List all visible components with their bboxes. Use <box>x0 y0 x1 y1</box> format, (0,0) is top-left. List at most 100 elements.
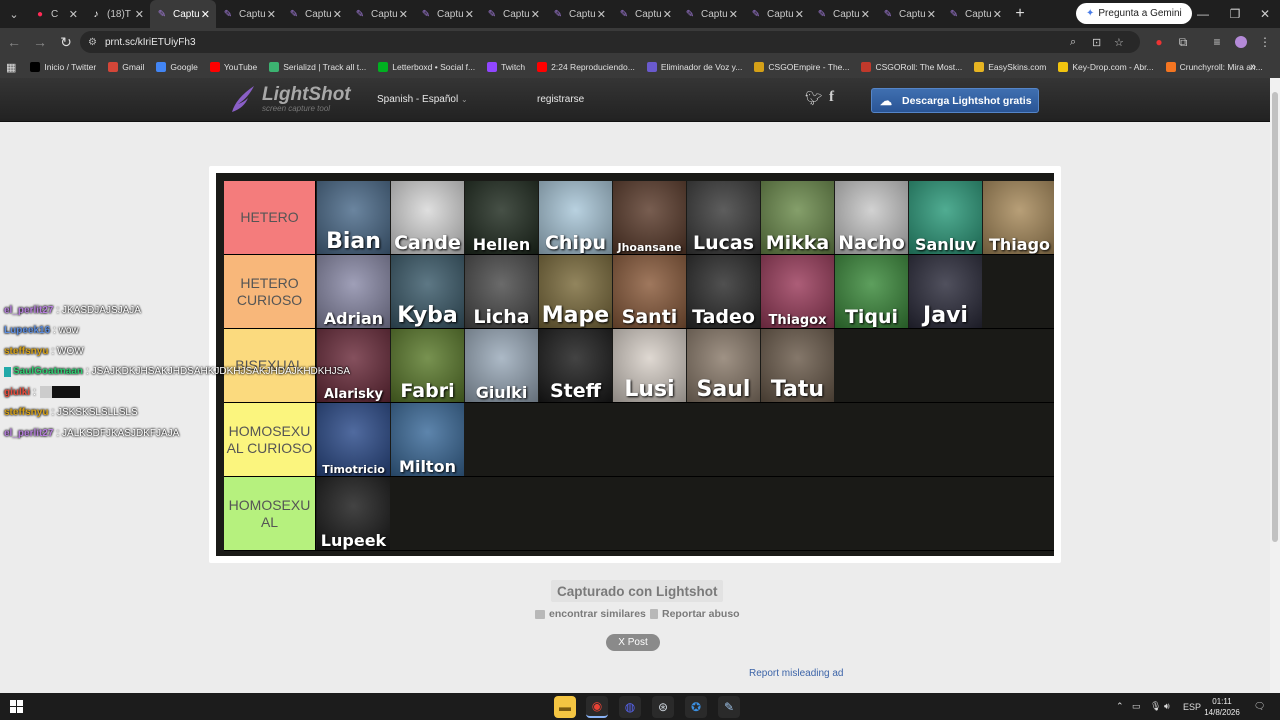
browser-tab[interactable]: ✎ Captu ✕ <box>480 0 546 28</box>
forward-icon[interactable]: → <box>28 30 52 54</box>
tray-chevron-icon[interactable]: ⌃ <box>1116 693 1124 720</box>
bookmark-item[interactable]: Google <box>156 62 198 72</box>
bookmark-item[interactable]: YouTube <box>209 62 257 72</box>
tier-tile: Cande <box>391 181 464 254</box>
battlenet-icon[interactable]: ✪ <box>685 696 707 718</box>
bookmark-label: EasySkins.com <box>988 62 1047 72</box>
zoom-icon[interactable]: ⌕ <box>1070 31 1076 53</box>
bookmark-item[interactable]: Key-Drop.com - Abr... <box>1058 62 1154 72</box>
browser-tab[interactable]: ✎ Captu ✕ <box>876 0 942 28</box>
close-tab-icon[interactable]: ✕ <box>135 8 144 21</box>
tab-title: Captu <box>305 8 331 20</box>
bookmark-item[interactable]: 2:24 Reproduciendo... <box>537 62 635 72</box>
steam-icon[interactable]: ⊛ <box>652 696 674 718</box>
download-button[interactable]: ☁ Descarga Lightshot gratis <box>871 88 1039 113</box>
browser-tab[interactable]: ✎ Captu ✕ <box>942 0 1008 28</box>
twitter-icon[interactable]: 🐦︎ <box>805 90 823 107</box>
page-scrollbar[interactable] <box>1270 78 1280 693</box>
restore-icon[interactable]: ❐ <box>1218 0 1252 28</box>
site-info-icon[interactable]: ⚙ <box>88 37 97 48</box>
close-tab-icon[interactable]: ✕ <box>69 8 78 21</box>
tile-name: Tatu <box>770 377 825 402</box>
close-tab-icon[interactable]: ✕ <box>399 8 408 21</box>
tab-search-icon[interactable]: ⌄ <box>0 0 28 28</box>
close-tab-icon[interactable]: ✕ <box>465 8 474 21</box>
browser-tab[interactable]: ✎ Captu ✕ <box>414 0 480 28</box>
facebook-icon[interactable]: f <box>829 89 834 106</box>
close-tab-icon[interactable]: ✕ <box>201 8 210 21</box>
close-tab-icon[interactable]: ✕ <box>993 8 1002 21</box>
browser-tab[interactable]: ✎ Captu ✕ <box>546 0 612 28</box>
tab-groups-icon[interactable]: ≡ <box>1206 28 1228 56</box>
extension-icon[interactable]: ● <box>1148 28 1170 56</box>
browser-tab[interactable]: ✎ Captu ✕ <box>612 0 678 28</box>
close-tab-icon[interactable]: ✕ <box>531 8 540 21</box>
report-ad-link[interactable]: Report misleading ad <box>749 668 844 679</box>
profile-avatar[interactable] <box>1230 28 1252 56</box>
chat-text: : wow <box>53 325 79 337</box>
browser-tab[interactable]: ✎ Captu ✕ <box>282 0 348 28</box>
close-tab-icon[interactable]: ✕ <box>861 8 870 21</box>
bookmark-item[interactable]: Inicio / Twitter <box>30 62 96 72</box>
bookmark-item[interactable]: CSGORoll: The Most... <box>861 62 962 72</box>
input-language[interactable]: ESP <box>1183 693 1201 720</box>
mic-icon[interactable]: 🎙︎ <box>1150 693 1161 720</box>
browser-tab[interactable]: ✎ Captu ✕ <box>216 0 282 28</box>
close-window-icon[interactable]: ✕ <box>1248 0 1280 28</box>
lightshot-logo[interactable]: LightShot screen capture tool <box>230 84 351 114</box>
report-abuse-link[interactable]: Reportar abuso <box>650 608 740 620</box>
browser-tab[interactable]: ● C ✕ <box>28 0 84 28</box>
close-tab-icon[interactable]: ✕ <box>333 8 342 21</box>
browser-tab[interactable]: ✎ Captu ✕ <box>810 0 876 28</box>
lightshot-icon: ✎ <box>355 8 365 20</box>
close-tab-icon[interactable]: ✕ <box>597 8 606 21</box>
bookmark-item[interactable]: EasySkins.com <box>974 62 1046 72</box>
extensions-puzzle-icon[interactable]: ⧉ <box>1172 28 1194 56</box>
discord-icon[interactable]: ◍ <box>619 696 641 718</box>
bookmark-item[interactable]: Serializd | Track all t... <box>269 62 366 72</box>
notifications-icon[interactable]: 🗨︎ <box>1254 693 1265 720</box>
chrome-icon[interactable]: ◉ <box>586 696 608 718</box>
close-tab-icon[interactable]: ✕ <box>267 8 276 21</box>
menu-kebab-icon[interactable]: ⋮ <box>1254 28 1276 56</box>
reload-icon[interactable]: ↻ <box>54 30 78 54</box>
tile-name: Lupeek <box>320 531 387 550</box>
browser-tab[interactable]: ✎ Captu ✕ <box>678 0 744 28</box>
network-icon[interactable]: ▭ <box>1132 693 1141 720</box>
find-similar-label: encontrar similares <box>549 608 646 620</box>
install-app-icon[interactable]: ⊡ <box>1092 31 1101 53</box>
windows-start-icon[interactable] <box>10 700 23 713</box>
address-bar[interactable]: ⚙ prnt.sc/kIriETUiyFh3 ⌕ ⊡ ☆ <box>80 31 1140 53</box>
new-tab-button[interactable]: + <box>1008 5 1032 23</box>
close-tab-icon[interactable]: ✕ <box>927 8 936 21</box>
clock[interactable]: 01:11 14/8/2026 <box>1200 696 1244 718</box>
bookmark-item[interactable]: Twitch <box>487 62 525 72</box>
bookmark-item[interactable]: Letterboxd • Social f... <box>378 62 475 72</box>
lightshot-icon[interactable]: ✎ <box>718 696 740 718</box>
file-explorer-icon[interactable]: ▬ <box>554 696 576 718</box>
x-post-button[interactable]: X Post <box>606 634 660 651</box>
browser-tab[interactable]: ✎ Captu ✕ <box>150 0 216 28</box>
language-selector[interactable]: Spanish - Español ⌄ <box>377 94 468 105</box>
find-similar-link[interactable]: encontrar similares <box>535 608 646 620</box>
minimize-icon[interactable]: — <box>1186 0 1220 28</box>
close-tab-icon[interactable]: ✕ <box>729 8 738 21</box>
bookmark-item[interactable]: Eliminador de Voz y... <box>646 62 742 72</box>
gemini-button[interactable]: ✦ Pregunta a Gemini <box>1076 3 1192 24</box>
bookmark-item[interactable]: CSGOEmpire - The... <box>754 62 849 72</box>
volume-icon[interactable]: 🔊︎ <box>1164 693 1170 720</box>
browser-tab[interactable]: ♪ (18)T ✕ <box>84 0 150 28</box>
register-link[interactable]: registrarse <box>537 94 584 105</box>
bookmark-item[interactable]: Crunchyroll: Mira an... <box>1165 62 1263 72</box>
browser-tab[interactable]: ✎ Captu ✕ <box>744 0 810 28</box>
apps-grid-icon[interactable]: ▦ <box>6 61 16 74</box>
more-bookmarks-icon[interactable]: » <box>1250 61 1256 73</box>
bookmark-item[interactable]: Gmail <box>108 62 144 72</box>
tile-name: Lucas <box>692 232 755 254</box>
close-tab-icon[interactable]: ✕ <box>795 8 804 21</box>
back-icon[interactable]: ← <box>2 30 26 54</box>
bookmark-star-icon[interactable]: ☆ <box>1114 31 1124 53</box>
browser-tab[interactable]: ✎ Captu ✕ <box>348 0 414 28</box>
close-tab-icon[interactable]: ✕ <box>663 8 672 21</box>
scrollbar-thumb[interactable] <box>1272 92 1278 542</box>
